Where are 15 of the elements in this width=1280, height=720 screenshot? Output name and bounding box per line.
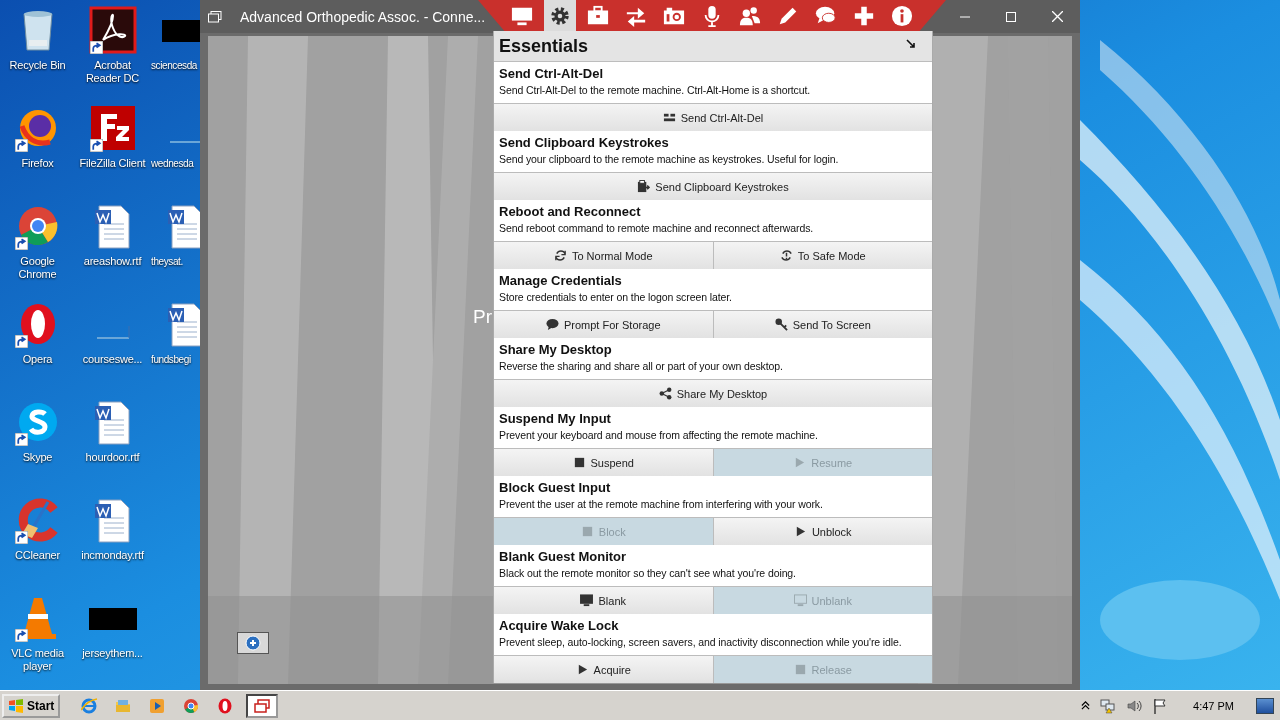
start-button[interactable]: Start xyxy=(2,693,61,718)
browser-e-icon xyxy=(81,697,98,714)
network-icon[interactable] xyxy=(1100,697,1117,714)
chevron-up-icon[interactable] xyxy=(1081,701,1091,710)
clock[interactable]: 4:47 PM xyxy=(1193,699,1234,712)
window-icon xyxy=(254,697,271,714)
media-player-icon xyxy=(149,697,166,714)
folder-icon xyxy=(115,697,132,714)
speaker-icon[interactable] xyxy=(1126,697,1143,714)
taskbar-button[interactable] xyxy=(246,693,279,718)
windows-logo-icon xyxy=(8,697,24,714)
letter-o-icon xyxy=(217,697,234,714)
browser-circle-icon xyxy=(183,697,200,714)
flag-icon[interactable] xyxy=(1152,697,1169,714)
show-desktop-button[interactable] xyxy=(1256,697,1274,714)
